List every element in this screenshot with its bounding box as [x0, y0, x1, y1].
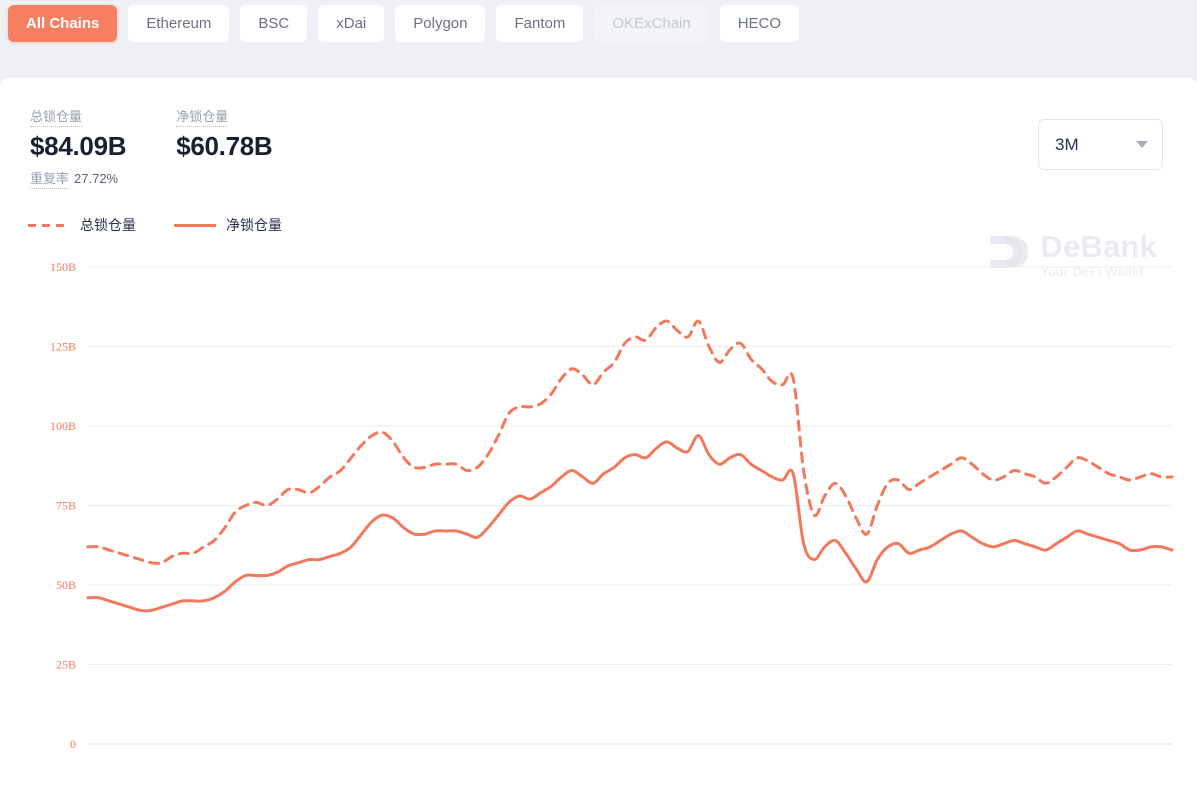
tab-heco[interactable]: HECO: [719, 5, 800, 42]
tab-bsc[interactable]: BSC: [240, 5, 308, 42]
tab-polygon[interactable]: Polygon: [395, 5, 486, 42]
tab-ethereum[interactable]: Ethereum: [128, 5, 230, 42]
y-axis-tick-label: 100B: [50, 419, 76, 433]
tvl-card: 总锁仓量 $84.09B 净锁仓量 $60.78B 重复率 27.72% 3M 总…: [0, 78, 1197, 794]
y-axis-tick-label: 25B: [56, 658, 76, 672]
tab-okexchain: OKExChain: [594, 5, 709, 42]
series-line-total-tvl: [86, 319, 1174, 565]
y-axis-tick-label: 125B: [50, 340, 76, 354]
y-axis-tick-label: 75B: [56, 499, 76, 513]
y-axis-tick-label: 0: [70, 737, 76, 751]
y-axis-tick-label: 150B: [50, 260, 76, 274]
tab-xdai[interactable]: xDai: [318, 5, 385, 42]
chain-tab-bar: All Chains Ethereum BSC xDai Polygon Fantom OK…: [0, 0, 1197, 69]
tab-all-chains[interactable]: All Chains: [8, 5, 118, 42]
y-axis-tick-label: 50B: [56, 578, 76, 592]
tvl-chart: 025B50B75B100B125B150B22. Mar29. Mar5. A…: [0, 78, 1197, 794]
tvl-dashboard: All Chains Ethereum BSC xDai Polygon Fantom OK…: [0, 0, 1197, 794]
tab-fantom[interactable]: Fantom: [496, 5, 584, 42]
